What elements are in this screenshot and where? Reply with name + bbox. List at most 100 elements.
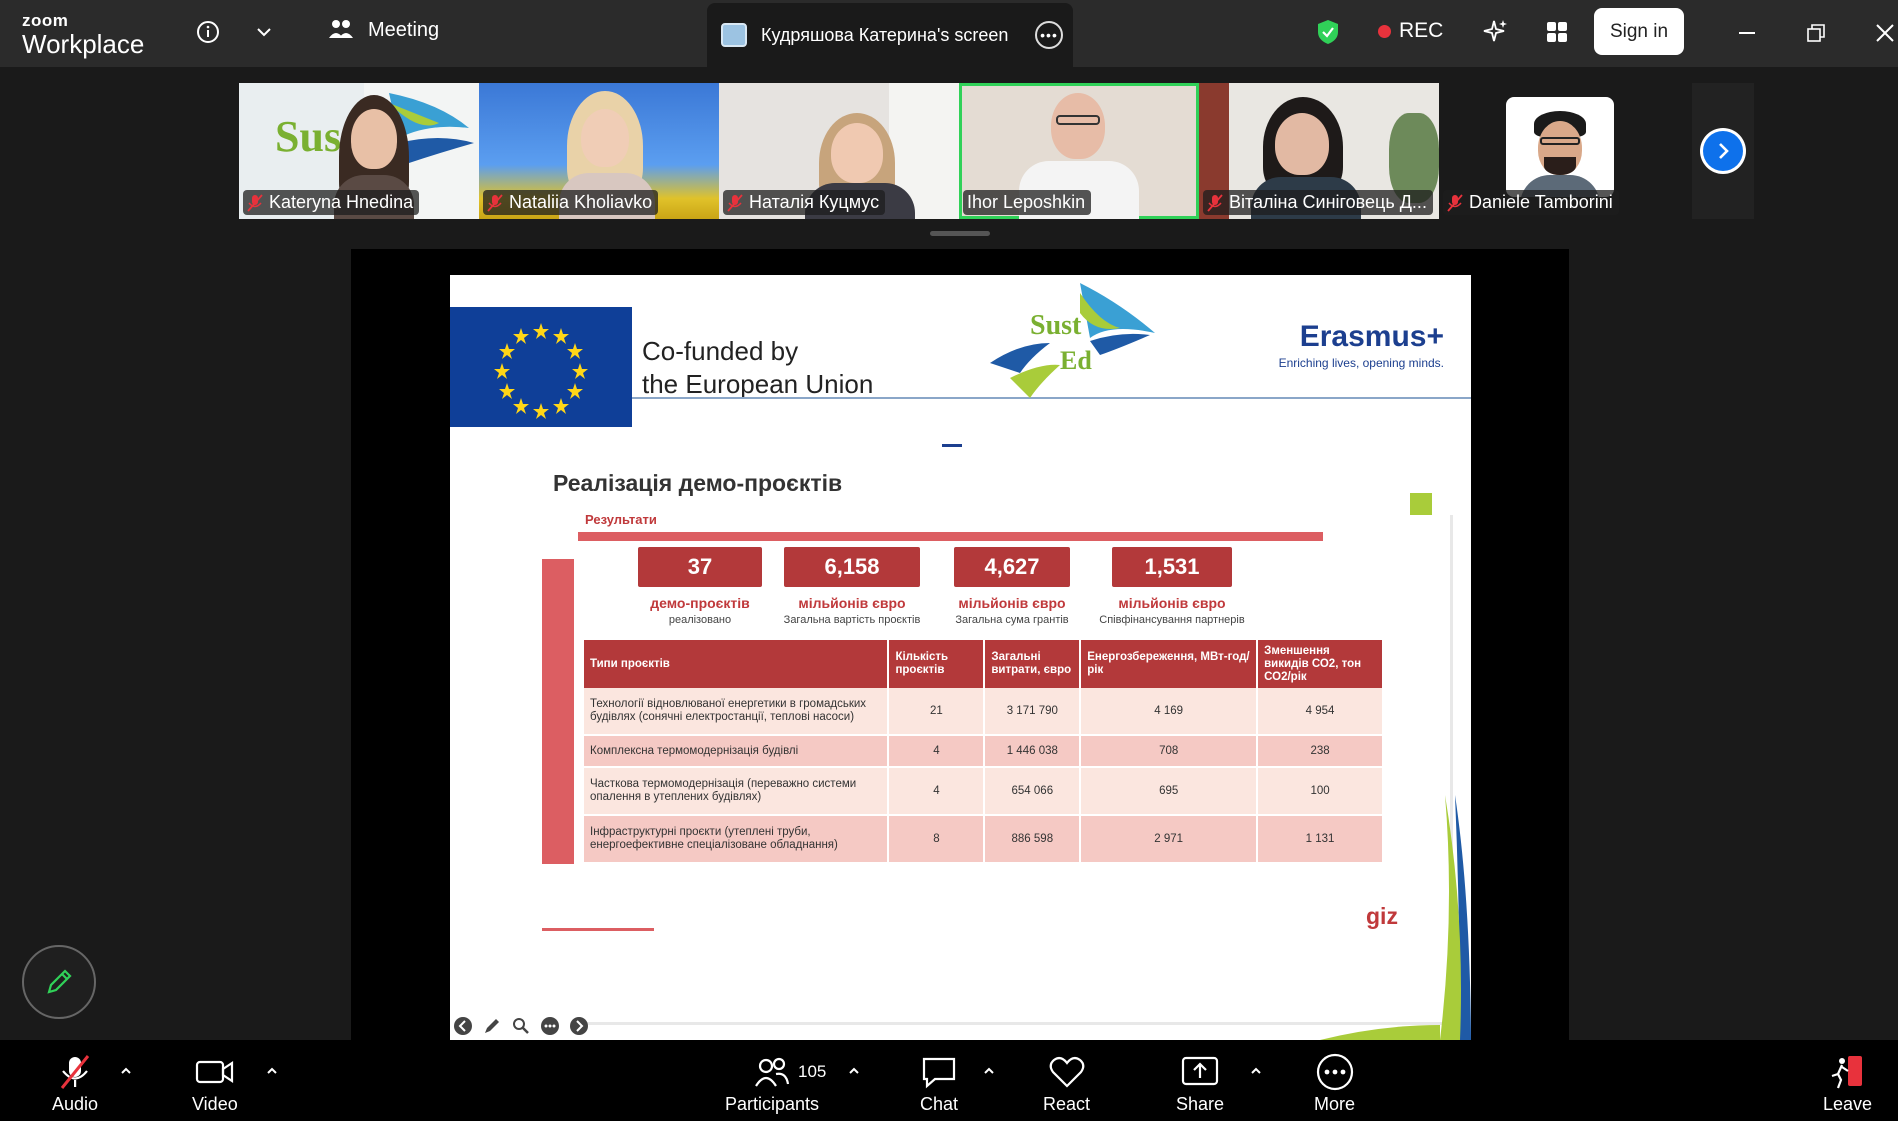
presentation-controls: [452, 1015, 589, 1036]
recording-indicator[interactable]: REC: [1378, 19, 1443, 43]
security-shield-icon[interactable]: [1312, 16, 1344, 48]
svg-text:Sust: Sust: [1030, 310, 1082, 341]
meeting-label: Meeting: [368, 18, 440, 41]
decorative-left-bar: [542, 559, 574, 864]
video-tile[interactable]: Sus Kateryna Hnedina: [239, 83, 479, 219]
react-button[interactable]: React: [1043, 1054, 1090, 1115]
meeting-toolbar: Audio Video Participants 105 Chat React …: [0, 1040, 1898, 1121]
audio-button[interactable]: Audio: [52, 1054, 98, 1115]
chat-bubble-icon: [921, 1054, 957, 1090]
person-face: [831, 123, 883, 183]
muted-mic-icon: [487, 193, 503, 212]
eu-flag-logo: [450, 307, 632, 427]
share-options-caret-icon[interactable]: [1247, 1062, 1265, 1080]
video-camera-icon: [195, 1054, 235, 1090]
previous-slide-icon[interactable]: [452, 1015, 473, 1036]
avatar-beard: [1544, 157, 1576, 175]
ai-companion-sparkle-icon[interactable]: [1480, 16, 1512, 48]
video-tile-active-speaker[interactable]: Ihor Leposhkin: [959, 83, 1199, 219]
presentation-slide: Co-funded by the European Union Sust Ed …: [450, 275, 1471, 1040]
video-button[interactable]: Video: [192, 1054, 238, 1115]
cofunded-text: Co-funded by the European Union: [642, 336, 874, 399]
title-bar: zoom Workplace Meeting Кудряшова Катерин…: [0, 0, 1898, 67]
muted-mic-icon: [247, 193, 263, 212]
person-face: [581, 109, 629, 167]
glasses: [1056, 115, 1100, 125]
more-options-icon[interactable]: •••: [1035, 21, 1063, 49]
susted-logo: Sust Ed: [990, 283, 1155, 398]
video-tile[interactable]: Nataliia Kholiavko: [479, 83, 719, 219]
restore-window-icon[interactable]: [1801, 18, 1831, 48]
table-row: Інфраструктурні проєкти (утеплені труби,…: [584, 815, 1384, 864]
screen-share-tab[interactable]: Кудряшова Катерина's screen •••: [707, 3, 1073, 67]
video-options-caret-icon[interactable]: [263, 1062, 281, 1080]
info-icon[interactable]: [192, 16, 224, 48]
results-divider: [578, 532, 1323, 541]
projects-table: Типи проєктів Кількість проєктів Загальн…: [584, 640, 1384, 864]
participant-name-tag: Nataliia Kholiavko: [483, 190, 659, 215]
slide-title: Реалізація демо-проєктів: [553, 470, 843, 496]
muted-mic-icon: [1207, 193, 1223, 212]
apps-grid-icon[interactable]: [1541, 16, 1573, 48]
decorative-green-tab: [1410, 493, 1432, 515]
participant-name-tag: Віталіна Синіговець Д...: [1203, 190, 1433, 215]
meeting-menu[interactable]: Meeting: [328, 18, 439, 42]
giz-logo: giz: [1366, 903, 1398, 929]
stat-card: 37 демо-проєктів реалізовано: [638, 547, 762, 626]
leave-door-icon: [1828, 1054, 1868, 1090]
pen-tool-icon[interactable]: [481, 1015, 502, 1036]
more-dots-icon: [1316, 1053, 1354, 1091]
chevron-down-icon[interactable]: [248, 16, 280, 48]
person-face: [1275, 113, 1329, 175]
muted-mic-icon: [1447, 193, 1463, 212]
next-slide-icon[interactable]: [568, 1015, 589, 1036]
participant-gallery: Sus Kateryna Hnedina Nataliia Kholiavko: [239, 83, 1679, 219]
annotate-button[interactable]: [22, 945, 96, 1019]
heart-icon: [1048, 1054, 1086, 1090]
more-options-icon[interactable]: [539, 1015, 560, 1036]
avatar: [1506, 97, 1614, 197]
logo-workplace-text: Workplace: [22, 29, 145, 59]
gallery-resize-handle[interactable]: [930, 231, 990, 236]
muted-mic-icon: [727, 193, 743, 212]
pencil-icon: [47, 969, 72, 994]
stat-card: 6,158 мільйонів євро Загальна вартість п…: [774, 547, 930, 626]
participant-name-tag: Наталія Куцмус: [723, 190, 886, 215]
screen-thumbnail-icon: [721, 23, 747, 47]
close-icon[interactable]: [1870, 18, 1898, 48]
video-tile[interactable]: Віталіна Синіговець Д...: [1199, 83, 1439, 219]
people-icon: [329, 20, 353, 38]
logo-zoom-text: zoom: [22, 11, 69, 30]
decorative-bottom-rule: [542, 928, 654, 931]
minimize-icon[interactable]: [1732, 18, 1762, 48]
audio-options-caret-icon[interactable]: [117, 1062, 135, 1080]
gallery-next-button[interactable]: [1692, 83, 1754, 219]
sign-in-button[interactable]: Sign in: [1594, 8, 1684, 55]
share-screen-icon: [1180, 1054, 1220, 1090]
leave-button[interactable]: Leave: [1823, 1054, 1872, 1115]
video-tile[interactable]: Наталія Куцмус: [719, 83, 959, 219]
table-row: Комплексна термомодернізація будівлі 4 1…: [584, 735, 1384, 768]
zoom-window: zoom Workplace Meeting Кудряшова Катерин…: [0, 0, 1898, 1121]
participants-count: 105: [798, 1062, 827, 1081]
zoom-magnifier-icon[interactable]: [510, 1015, 531, 1036]
chevron-right-icon: [1703, 131, 1743, 171]
erasmus-logo: Erasmus+ Enriching lives, opening minds.: [1278, 320, 1444, 370]
table-row: Часткова термомодернізація (переважно си…: [584, 767, 1384, 816]
stat-card: 4,627 мільйонів євро Загальна сума грант…: [942, 547, 1082, 626]
table-header-row: Типи проєктів Кількість проєктів Загальн…: [584, 640, 1384, 688]
rec-label: REC: [1399, 19, 1444, 42]
participant-name-tag: Ihor Leposhkin: [963, 190, 1092, 215]
decorative-mark: [942, 444, 962, 447]
rec-dot-icon: [1378, 24, 1391, 38]
more-button[interactable]: More: [1314, 1053, 1355, 1115]
participants-options-caret-icon[interactable]: [845, 1062, 863, 1080]
stat-card: 1,531 мільйонів євро Співфінансування па…: [1092, 547, 1252, 626]
results-label: Результати: [585, 512, 657, 527]
video-tile[interactable]: Daniele Tamborini: [1439, 83, 1679, 219]
chat-options-caret-icon[interactable]: [980, 1062, 998, 1080]
chat-button[interactable]: Chat: [920, 1054, 958, 1115]
avatar-glasses: [1540, 137, 1580, 145]
svg-text:Sus: Sus: [275, 112, 341, 161]
share-button[interactable]: Share: [1176, 1054, 1224, 1115]
